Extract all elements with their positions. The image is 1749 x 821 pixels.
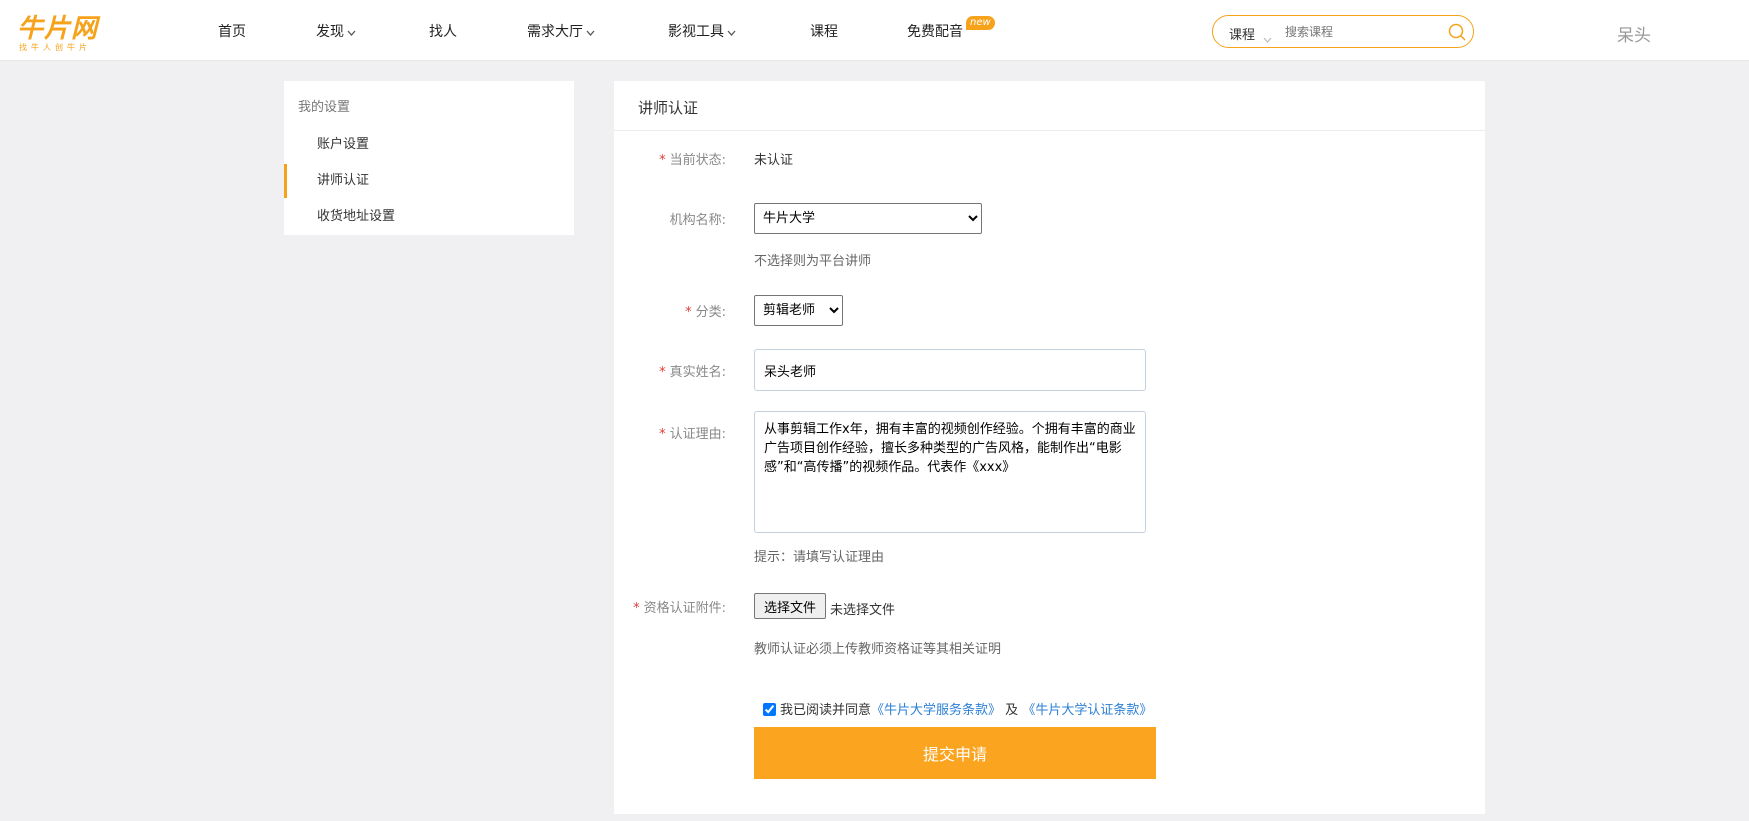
new-badge: new <box>966 16 995 30</box>
sidebar-title: 我的设置 <box>298 100 351 115</box>
file-status: 未选择文件 <box>830 603 896 618</box>
search-input[interactable] <box>1285 22 1435 42</box>
category-select[interactable]: 剪辑老师 <box>754 295 843 326</box>
agreement-checkbox[interactable] <box>763 703 776 716</box>
attachment-hint: 教师认证必须上传教师资格证等其相关证明 <box>754 642 1002 657</box>
attachment-label: * 资格认证附件: <box>633 601 726 616</box>
org-label: 机构名称: <box>669 213 726 228</box>
nav-item-demand-hall[interactable]: 需求大厅 <box>527 21 595 41</box>
logo-slogan: 找牛人创牛片 <box>19 43 91 52</box>
required-marker: * <box>685 305 692 320</box>
nav-item-video-tools[interactable]: 影视工具 <box>668 21 736 41</box>
choose-file-button[interactable]: 选择文件 <box>754 593 826 619</box>
real-name-input[interactable] <box>754 349 1146 391</box>
chevron-down-icon <box>347 24 356 40</box>
chevron-down-icon[interactable] <box>1263 28 1272 47</box>
logo-text: 牛片网 <box>17 14 99 44</box>
chevron-down-icon <box>727 24 736 40</box>
nav-item-find-people[interactable]: 找人 <box>429 21 457 41</box>
nav-item-free-dubbing[interactable]: 免费配音 <box>907 21 963 41</box>
agreement-row: 我已阅读并同意《牛片大学服务条款》 及 《牛片大学认证条款》 <box>763 699 1152 718</box>
nav-item-discover[interactable]: 发现 <box>316 21 356 41</box>
required-marker: * <box>633 601 640 616</box>
real-name-label: * 真实姓名: <box>659 365 726 380</box>
chevron-down-icon <box>586 24 595 40</box>
nav-item-home[interactable]: 首页 <box>218 21 246 41</box>
user-name[interactable]: 呆头 <box>1617 21 1651 46</box>
required-marker: * <box>659 365 666 380</box>
category-label: * 分类: <box>685 305 726 320</box>
search-box: 课程 <box>1212 15 1474 48</box>
search-icon[interactable] <box>1447 22 1467 46</box>
settings-sidebar: 我的设置 账户设置 讲师认证 收货地址设置 <box>284 81 574 235</box>
status-value: 未认证 <box>754 153 794 168</box>
required-marker: * <box>659 427 666 442</box>
org-select[interactable]: 牛片大学 <box>754 203 982 234</box>
certification-terms-link[interactable]: 《牛片大学认证条款》 <box>1022 703 1152 718</box>
service-terms-link[interactable]: 《牛片大学服务条款》 <box>871 703 1001 718</box>
panel-header: 讲师认证 <box>614 81 1485 131</box>
status-label: * 当前状态: <box>659 153 726 168</box>
agreement-conjunction: 及 <box>1005 703 1019 718</box>
sidebar-item-shipping-address[interactable]: 收货地址设置 <box>284 200 574 234</box>
required-marker: * <box>659 153 666 168</box>
sidebar-item-lecturer-certification[interactable]: 讲师认证 <box>284 164 574 198</box>
nav-item-courses[interactable]: 课程 <box>810 21 838 41</box>
reason-textarea[interactable]: 从事剪辑工作x年，拥有丰富的视频创作经验。个拥有丰富的商业广告项目创作经验，擅长… <box>754 411 1146 533</box>
reason-hint: 提示：请填写认证理由 <box>754 550 885 565</box>
site-logo[interactable]: 牛片网 找牛人创牛片 <box>17 14 117 52</box>
top-navigation-bar: 牛片网 找牛人创牛片 首页 发现 找人 需求大厅 影视工具 课程 免费配音 ne… <box>0 0 1749 61</box>
submit-application-button[interactable]: 提交申请 <box>754 727 1156 779</box>
page-title: 讲师认证 <box>638 99 699 117</box>
sidebar-item-account-settings[interactable]: 账户设置 <box>284 128 574 162</box>
search-category-select[interactable]: 课程 <box>1229 24 1255 43</box>
reason-label: * 认证理由: <box>659 427 726 442</box>
org-hint: 不选择则为平台讲师 <box>754 254 872 269</box>
agreement-prefix: 我已阅读并同意 <box>780 703 872 718</box>
